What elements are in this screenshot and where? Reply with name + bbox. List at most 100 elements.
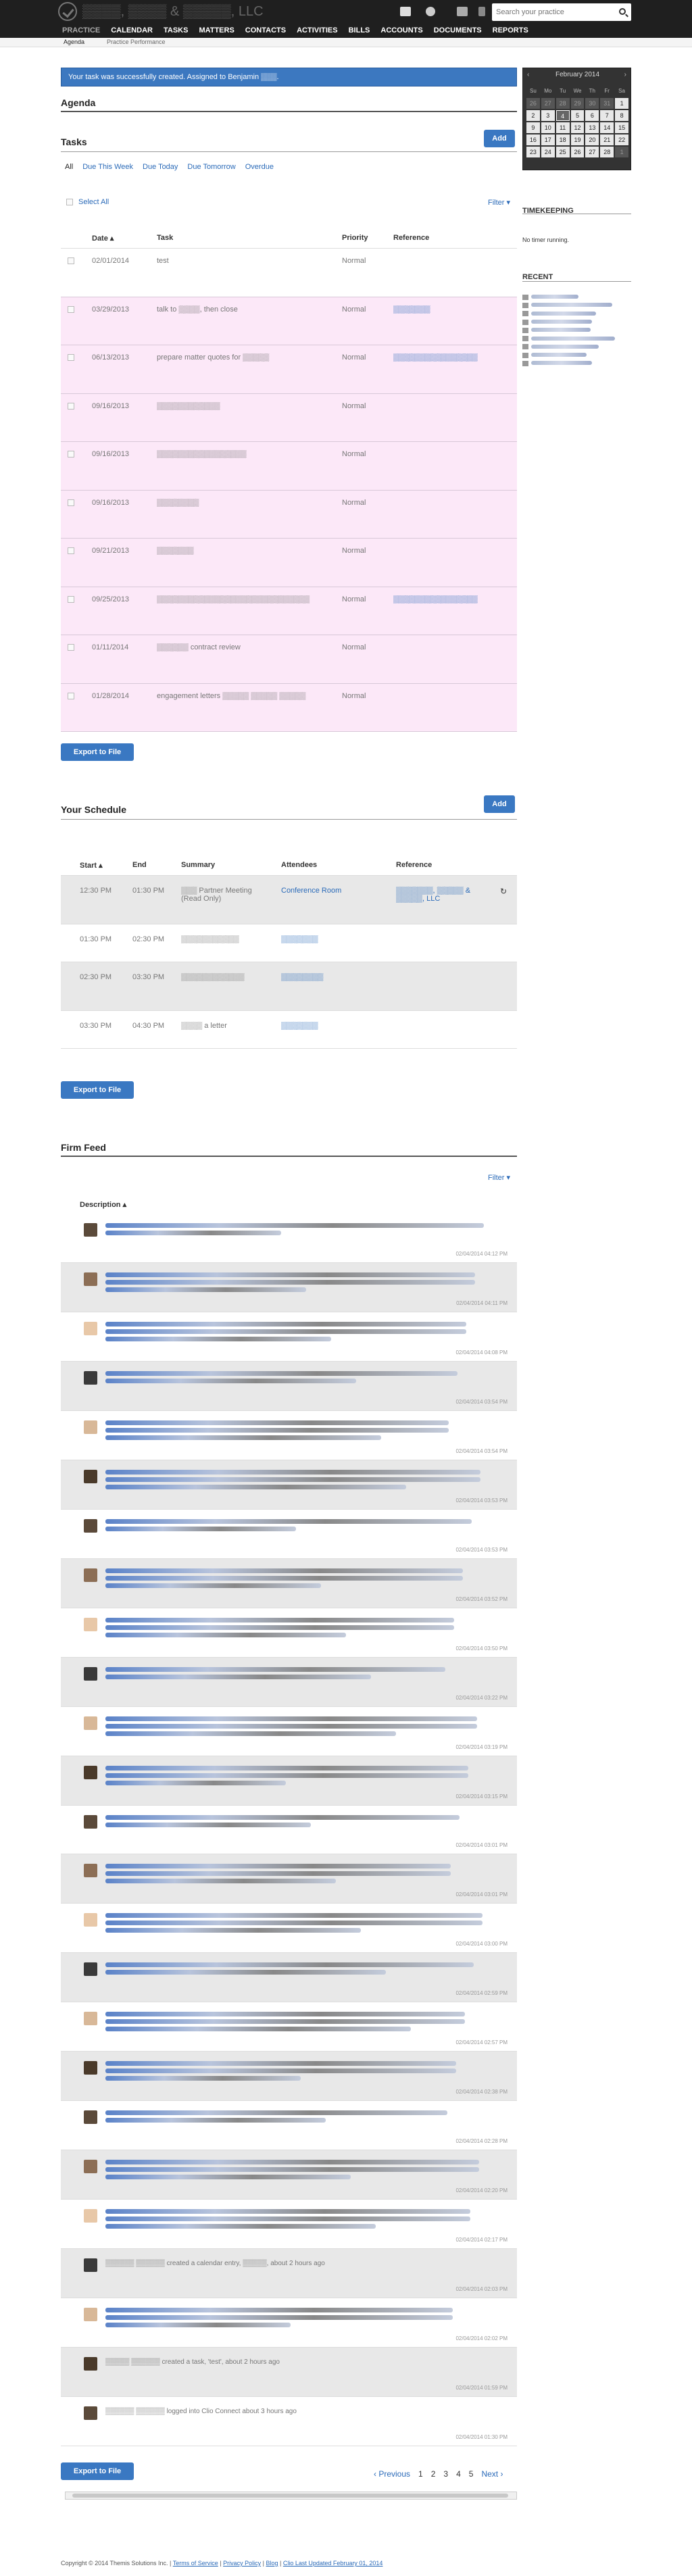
task-name[interactable]: ▒▒▒▒▒▒▒▒ <box>157 499 199 507</box>
col-reference[interactable]: Reference <box>396 861 432 869</box>
avatar[interactable] <box>84 1370 97 1385</box>
col-priority[interactable]: Priority <box>342 234 368 242</box>
task-reference[interactable]: ▒▒▒▒▒▒▒▒▒▒▒▒▒▒▒▒ <box>393 353 478 362</box>
table-row[interactable]: 03/29/2013 talk to ▒▒▒▒, then close Normal… <box>61 297 517 345</box>
avatar[interactable] <box>84 1223 97 1237</box>
calendar-day[interactable]: 14 <box>600 122 614 133</box>
add-task-button[interactable]: Add <box>484 130 515 147</box>
row-checkbox[interactable] <box>68 257 74 264</box>
table-row[interactable]: 09/16/2013 ▒▒▒▒▒▒▒▒ Normal <box>61 490 517 539</box>
calendar-day[interactable]: 21 <box>600 134 614 145</box>
recent-item[interactable] <box>522 301 612 308</box>
row-checkbox[interactable] <box>68 402 74 410</box>
add-event-button[interactable]: Add <box>484 795 515 813</box>
col-reference[interactable]: Reference <box>393 234 429 242</box>
avatar[interactable] <box>84 1420 97 1434</box>
calendar-day[interactable]: 29 <box>570 98 585 109</box>
tab-all[interactable]: All <box>65 163 73 171</box>
pager-page-2[interactable]: 2 <box>431 2469 436 2479</box>
pager-page-4[interactable]: 4 <box>456 2469 461 2479</box>
recent-item[interactable] <box>522 351 587 358</box>
calendar-day[interactable]: 25 <box>555 147 570 157</box>
recent-item-label[interactable] <box>531 336 615 341</box>
row-checkbox[interactable] <box>68 692 74 699</box>
settings-icon[interactable] <box>478 7 485 16</box>
calendar-day[interactable]: 31 <box>600 98 614 109</box>
task-name[interactable]: ▒▒▒▒▒▒▒▒▒▒▒▒ <box>157 402 220 410</box>
pager-previous[interactable]: ‹ Previous <box>374 2469 410 2479</box>
calendar-day[interactable]: 24 <box>541 147 555 157</box>
search-box[interactable] <box>492 3 631 21</box>
avatar[interactable] <box>84 1864 97 1878</box>
calendar-day[interactable]: 6 <box>585 110 599 121</box>
last-updated-link[interactable]: Clio Last Updated February 01, 2014 <box>283 2560 383 2567</box>
avatar[interactable] <box>84 2110 97 2125</box>
calendar-day[interactable]: 19 <box>570 134 585 145</box>
calendar-day[interactable]: 9 <box>526 122 540 133</box>
task-name[interactable]: ▒▒▒▒▒▒▒▒▒▒▒▒▒▒▒▒▒▒▒▒▒▒▒▒▒▒▒▒▒ <box>157 595 310 603</box>
calendar-day[interactable]: 22 <box>615 134 628 145</box>
recent-item[interactable] <box>522 343 599 350</box>
recent-item[interactable] <box>522 293 578 300</box>
col-start[interactable]: Start ▴ <box>80 861 103 870</box>
export-feed-button[interactable]: Export to File <box>61 2462 134 2480</box>
clio-logo-icon[interactable] <box>58 2 77 21</box>
schedule-row[interactable]: 01:30 PM 02:30 PM ▒▒▒▒▒▒▒▒▒▒▒ ▒▒▒▒▒▒▒ <box>61 924 517 962</box>
calendar-day[interactable]: 13 <box>585 122 599 133</box>
calendar-day[interactable]: 12 <box>570 122 585 133</box>
nav-documents[interactable]: DOCUMENTS <box>428 24 487 36</box>
table-row[interactable]: 01/28/2014 engagement letters ▒▒▒▒▒ ▒▒▒▒▒… <box>61 683 517 732</box>
calendar-day[interactable]: 23 <box>526 147 540 157</box>
avatar[interactable] <box>84 1518 97 1533</box>
pager-page-1[interactable]: 1 <box>418 2469 423 2479</box>
col-summary[interactable]: Summary <box>181 861 215 869</box>
event-attendees[interactable]: ▒▒▒▒▒▒▒▒ <box>281 973 376 981</box>
calendar-day[interactable]: 8 <box>615 110 628 121</box>
calendar-day[interactable]: 4 <box>555 110 570 121</box>
nav-practice[interactable]: PRACTICE <box>61 24 105 36</box>
scrollbar-thumb[interactable] <box>72 2494 508 2498</box>
row-checkbox[interactable] <box>68 305 74 313</box>
calendar-day[interactable]: 5 <box>570 110 585 121</box>
schedule-row[interactable]: 03:30 PM 04:30 PM ▒▒▒▒ a letter ▒▒▒▒▒▒▒ <box>61 1011 517 1049</box>
table-row[interactable]: 09/25/2013 ▒▒▒▒▒▒▒▒▒▒▒▒▒▒▒▒▒▒▒▒▒▒▒▒▒▒▒▒▒ N… <box>61 587 517 635</box>
task-name[interactable]: prepare matter quotes for ▒▒▒▒▒ <box>157 353 269 362</box>
event-summary[interactable]: ▒▒▒ Partner Meeting (Read Only) <box>181 887 269 903</box>
subnav-practice-performance[interactable]: Practice Performance <box>107 39 166 45</box>
task-name[interactable]: test <box>157 257 169 265</box>
table-row[interactable]: 06/13/2013 prepare matter quotes for ▒▒▒▒… <box>61 345 517 394</box>
recent-item-label[interactable] <box>531 353 587 357</box>
avatar[interactable] <box>84 1814 97 1829</box>
recent-item-label[interactable] <box>531 361 592 366</box>
avatar[interactable] <box>84 1666 97 1681</box>
nav-reports[interactable]: REPORTS <box>487 24 534 36</box>
search-input[interactable] <box>492 3 607 21</box>
table-row[interactable]: 09/16/2013 ▒▒▒▒▒▒▒▒▒▒▒▒▒▒▒▒▒ Normal <box>61 442 517 491</box>
calendar-day[interactable]: 3 <box>541 110 555 121</box>
task-name[interactable]: ▒▒▒▒▒▒ contract review <box>157 643 241 651</box>
row-checkbox[interactable] <box>68 595 74 603</box>
tab-overdue[interactable]: Overdue <box>245 163 274 171</box>
event-attendees[interactable]: ▒▒▒▒▒▒▒ <box>281 935 376 943</box>
event-reference[interactable]: ▒▒▒▒▒▒▒, ▒▒▒▒▒ & ▒▒▒▒▒, LLC <box>396 887 484 903</box>
subnav-agenda[interactable]: Agenda <box>64 39 84 45</box>
calendar-day[interactable]: 17 <box>541 134 555 145</box>
recent-item-label[interactable] <box>531 328 591 332</box>
calendar-day[interactable]: 26 <box>570 147 585 157</box>
avatar[interactable] <box>84 2209 97 2223</box>
avatar[interactable] <box>84 1272 97 1286</box>
event-summary[interactable]: ▒▒▒▒ a letter <box>181 1022 269 1030</box>
recent-item-label[interactable] <box>531 344 599 349</box>
calendar-day[interactable]: 26 <box>526 98 540 109</box>
export-tasks-button[interactable]: Export to File <box>61 743 134 761</box>
calendar-day[interactable]: 27 <box>541 98 555 109</box>
avatar[interactable] <box>84 1765 97 1779</box>
avatar[interactable] <box>84 1321 97 1335</box>
avatar[interactable] <box>84 2258 97 2273</box>
recent-item[interactable] <box>522 310 596 317</box>
avatar[interactable] <box>84 2012 97 2026</box>
help-icon[interactable] <box>426 7 435 16</box>
col-description[interactable]: Description ▴ <box>80 1200 126 1209</box>
pager-next[interactable]: Next › <box>481 2469 503 2479</box>
schedule-row[interactable]: 12:30 PM 01:30 PM ▒▒▒ Partner Meeting (Rea… <box>61 876 517 924</box>
